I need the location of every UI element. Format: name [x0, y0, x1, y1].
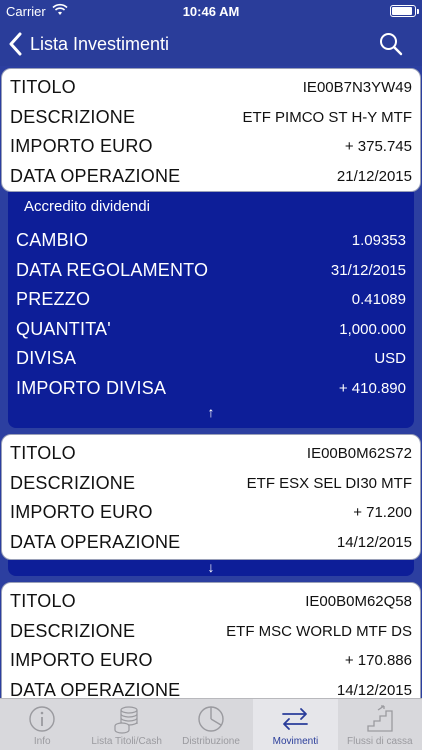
card-label: IMPORTO EURO [10, 136, 153, 157]
card-row: DATA OPERAZIONE 14/12/2015 [10, 676, 412, 698]
detail-label: QUANTITA' [16, 318, 111, 339]
expand-arrow-icon[interactable]: ↓ [8, 558, 414, 576]
card-value: IE00B0M62S72 [306, 445, 412, 463]
card-row: DESCRIZIONE ETF ESX SEL DI30 MTF [10, 469, 412, 499]
card-row: TITOLO IE00B0M62Q58 [10, 587, 412, 617]
movement-card[interactable]: TITOLO IE00B0M62Q58 DESCRIZIONE ETF MSC … [1, 582, 421, 698]
detail-value: 31/12/2015 [330, 261, 406, 279]
detail-label: DATA REGOLAMENTO [16, 259, 209, 280]
tab-distribuzione[interactable]: Distribuzione [169, 699, 253, 750]
movement-card[interactable]: TITOLO IE00B0M62S72 DESCRIZIONE ETF ESX … [1, 434, 421, 560]
detail-value: + 410.890 [338, 379, 406, 397]
movements-list[interactable]: Accredito dividendi CAMBIO 1.09353 DATA … [0, 66, 422, 698]
card-value: ETF ESX SEL DI30 MTF [246, 474, 412, 492]
info-icon [29, 706, 55, 732]
card-label: DATA OPERAZIONE [10, 531, 181, 552]
card-row: IMPORTO EURO + 170.886 [10, 646, 412, 676]
card-value: 21/12/2015 [336, 167, 412, 185]
back-button[interactable]: Lista Investimenti [8, 30, 169, 58]
card-label: DESCRIZIONE [10, 620, 136, 641]
detail-row: DIVISA USD [16, 344, 406, 374]
chevron-left-icon [9, 32, 22, 56]
movement-detail-panel: Accredito dividendi CAMBIO 1.09353 DATA … [8, 186, 414, 428]
card-row: DATA OPERAZIONE 14/12/2015 [10, 528, 412, 558]
card-label: TITOLO [10, 77, 76, 98]
stairs-icon [367, 705, 393, 732]
card-row: TITOLO IE00B7N3YW49 [10, 73, 412, 103]
tab-label: Flussi di cassa [347, 736, 413, 747]
detail-label: CAMBIO [16, 230, 89, 251]
detail-value: USD [374, 350, 406, 368]
card-row: IMPORTO EURO + 375.745 [10, 132, 412, 162]
tab-flussi-di-cassa[interactable]: Flussi di cassa [338, 699, 422, 750]
pie-icon [198, 706, 224, 732]
card-value: 14/12/2015 [336, 681, 412, 698]
card-row: DESCRIZIONE ETF PIMCO ST H-Y MTF [10, 103, 412, 133]
collapse-arrow-icon[interactable]: ↑ [16, 403, 406, 421]
tab-movimenti[interactable]: Movimenti [253, 699, 338, 750]
detail-row: PREZZO 0.41089 [16, 285, 406, 315]
card-value: + 375.745 [344, 138, 412, 156]
tab-label: Lista Titoli/Cash [91, 736, 162, 747]
tab-label: Info [33, 736, 51, 747]
detail-row: IMPORTO DIVISA + 410.890 [16, 374, 406, 404]
card-label: TITOLO [10, 591, 76, 612]
card-row: DATA OPERAZIONE 21/12/2015 [10, 162, 412, 192]
search-icon[interactable] [378, 31, 404, 57]
detail-label: PREZZO [16, 289, 91, 310]
detail-value: 1,000.000 [339, 320, 406, 338]
card-value: IE00B0M62Q58 [305, 593, 412, 611]
detail-value: 0.41089 [351, 291, 406, 309]
clock: 10:46 AM [182, 4, 240, 19]
tab-bar: Info Lista Titoli/Cash Distribuzione Mov… [0, 698, 422, 750]
detail-label: IMPORTO DIVISA [16, 377, 167, 398]
coins-icon [114, 706, 138, 734]
tab-info[interactable]: Info [0, 699, 84, 750]
card-row: TITOLO IE00B0M62S72 [10, 439, 412, 469]
card-label: DESCRIZIONE [10, 472, 136, 493]
detail-value: 1.09353 [351, 232, 406, 250]
card-value: 14/12/2015 [336, 533, 412, 551]
card-value: ETF MSC WORLD MTF DS [226, 622, 412, 640]
card-label: IMPORTO EURO [10, 650, 153, 671]
detail-subtitle: Accredito dividendi [24, 198, 150, 215]
battery-icon [390, 5, 419, 17]
card-label: TITOLO [10, 443, 76, 464]
detail-label: DIVISA [16, 348, 77, 369]
card-row: DESCRIZIONE ETF MSC WORLD MTF DS [10, 617, 412, 647]
movement-card[interactable]: TITOLO IE00B7N3YW49 DESCRIZIONE ETF PIMC… [1, 68, 421, 192]
card-value: ETF PIMCO ST H-Y MTF [242, 108, 412, 126]
tab-lista-titoli-cash[interactable]: Lista Titoli/Cash [84, 699, 168, 750]
card-label: DESCRIZIONE [10, 106, 136, 127]
detail-row: QUANTITA' 1,000.000 [16, 315, 406, 345]
card-row: IMPORTO EURO + 71.200 [10, 498, 412, 528]
card-label: DATA OPERAZIONE [10, 679, 181, 698]
status-bar: Carrier 10:46 AM [0, 0, 422, 22]
card-value: + 71.200 [353, 504, 412, 522]
navigation-bar: Lista Investimenti [0, 22, 422, 66]
card-value: IE00B7N3YW49 [302, 79, 412, 97]
tab-label: Movimenti [272, 736, 319, 747]
card-label: IMPORTO EURO [10, 502, 153, 523]
card-label: DATA OPERAZIONE [10, 165, 181, 186]
card-value: + 170.886 [344, 652, 412, 670]
detail-row: CAMBIO 1.09353 [16, 226, 406, 256]
detail-row: DATA REGOLAMENTO 31/12/2015 [16, 256, 406, 286]
tab-label: Distribuzione [182, 736, 240, 747]
transfer-arrows-icon [282, 708, 309, 730]
back-label: Lista Investimenti [30, 33, 170, 54]
